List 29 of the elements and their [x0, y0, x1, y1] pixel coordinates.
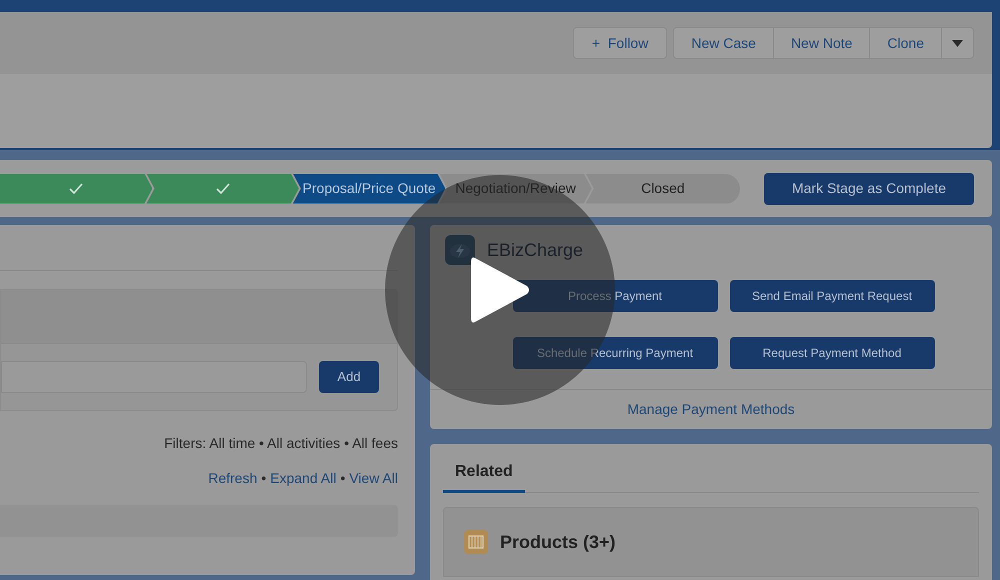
- caret-down-icon: [952, 40, 963, 46]
- related-tab[interactable]: Related: [443, 460, 525, 493]
- path-step[interactable]: Proposal/Price Quote: [292, 174, 446, 204]
- payment-button[interactable]: Send Email Payment Request: [730, 280, 934, 312]
- related-list-title[interactable]: Products (3+): [500, 528, 616, 556]
- payment-button[interactable]: Process Payment: [512, 280, 718, 312]
- separator-dot: •: [340, 469, 346, 488]
- separator-dot: •: [261, 469, 266, 488]
- payment-button[interactable]: Request Payment Method: [730, 337, 934, 369]
- path-step[interactable]: [146, 174, 299, 204]
- activity-link[interactable]: Expand All: [270, 468, 336, 489]
- app-title: EBizCharge: [487, 238, 584, 262]
- activity-link[interactable]: View All: [349, 468, 398, 489]
- manage-payment-methods-link[interactable]: Manage Payment Methods: [627, 399, 795, 420]
- activity-link[interactable]: Refresh: [208, 468, 258, 489]
- checkmark-icon: [216, 183, 230, 194]
- add-button[interactable]: Add: [319, 361, 379, 393]
- path-step[interactable]: Closed: [586, 174, 740, 204]
- checkmark-icon: [69, 183, 84, 194]
- lightning-logo-icon: [445, 235, 475, 265]
- action-button[interactable]: New Case: [674, 28, 773, 58]
- action-button[interactable]: New Note: [772, 28, 870, 58]
- products-icon: [464, 530, 488, 554]
- filters-text: Filters: All time • All activities • All fees: [163, 434, 398, 453]
- mark-stage-complete-button[interactable]: Mark Stage as Complete: [764, 172, 974, 204]
- payment-button[interactable]: Schedule Recurring Payment: [512, 337, 718, 369]
- action-button[interactable]: Clone: [869, 28, 941, 58]
- path-step[interactable]: [0, 174, 152, 204]
- follow-button[interactable]: + Follow: [572, 27, 668, 59]
